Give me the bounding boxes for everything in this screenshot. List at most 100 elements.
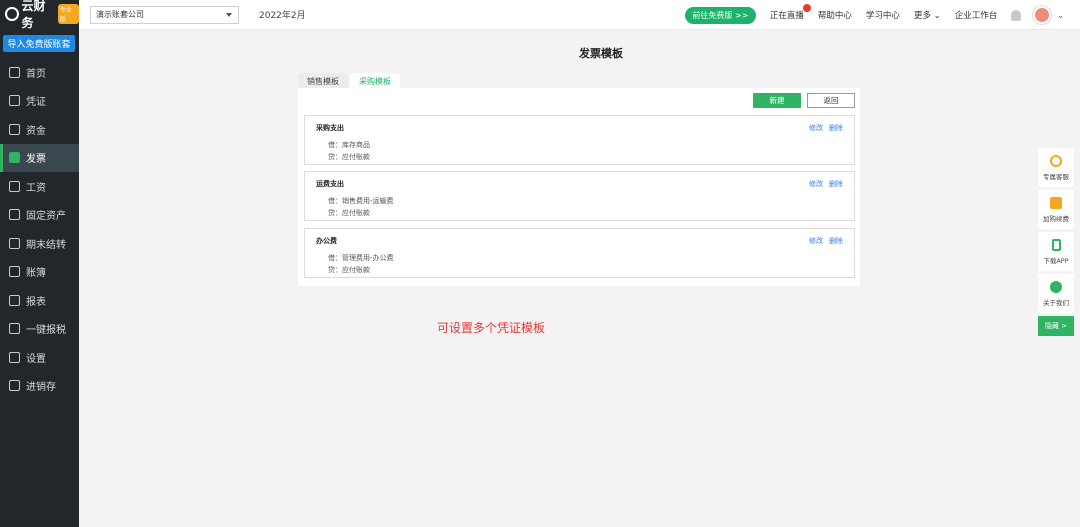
gear-icon (9, 351, 20, 363)
enterprise-workbench-link[interactable]: 企业工作台 (955, 9, 998, 21)
purchase-renew-label: 加购续费 (1043, 214, 1069, 223)
sidebar-item-label: 设置 (26, 353, 46, 365)
import-free-ledger-button[interactable]: 导入免费版账套 (3, 35, 75, 52)
sidebar-item-label: 首页 (26, 68, 46, 80)
sidebar-item-label: 进销存 (26, 382, 56, 394)
sidebar-item[interactable]: 一键报税 (0, 315, 79, 344)
more-menu[interactable]: 更多 ⌄ (914, 9, 941, 21)
chevron-down-icon (226, 12, 232, 17)
sidebar-item-label: 账簿 (26, 268, 46, 280)
home-icon (9, 66, 20, 78)
salary-icon (9, 180, 20, 192)
credit-entry: 贷：应付账款 (328, 266, 370, 274)
sidebar-item-label: 工资 (26, 182, 46, 194)
inventory-icon (9, 380, 20, 392)
fund-icon (9, 123, 20, 135)
debit-entry: 借：库存商品 (328, 141, 370, 149)
template-name: 运费支出 (316, 180, 344, 188)
customer-service-button[interactable]: 专属客服 (1038, 148, 1074, 187)
new-template-button[interactable]: 新建 (753, 93, 801, 108)
about-us-button[interactable]: 关于我们 (1038, 274, 1074, 313)
template-card: 采购支出 修改 删除 借：库存商品 贷：应付账款 (304, 115, 855, 165)
chart-icon (9, 294, 20, 306)
sidebar-item[interactable]: 凭证 (0, 87, 79, 116)
invoice-icon (9, 152, 20, 164)
sidebar-item[interactable]: 期末结转 (0, 229, 79, 258)
bell-icon[interactable] (1011, 9, 1022, 21)
sidebar: 云财务 专业版 导入免费版账套 首页凭证资金发票工资固定资产期末结转账簿报表一键… (0, 0, 79, 527)
sidebar-item-label: 凭证 (26, 97, 46, 109)
delete-link[interactable]: 删除 (829, 236, 843, 246)
about-us-label: 关于我们 (1043, 298, 1069, 307)
page-title: 发票模板 (579, 47, 623, 60)
sidebar-nav: 首页凭证资金发票工资固定资产期末结转账簿报表一键报税设置进销存 (0, 58, 79, 400)
crown-icon (1050, 196, 1062, 209)
purchase-renew-button[interactable]: 加购续费 (1038, 190, 1074, 229)
debit-entry: 借：管理费用-办公费 (328, 254, 394, 262)
brand-name: 云财务 (21, 0, 46, 30)
company-select[interactable]: 演示账套公司 (90, 5, 239, 24)
template-panel: 新建 返回 采购支出 修改 删除 借：库存商品 贷：应付账款 运费支出 修改 删除 … (298, 88, 860, 286)
sidebar-item[interactable]: 首页 (0, 58, 79, 87)
logo: 云财务 专业版 (0, 0, 79, 30)
sidebar-item-label: 一键报税 (26, 325, 66, 337)
back-button[interactable]: 返回 (807, 93, 855, 108)
tab-purchase-template[interactable]: 采购模板 (350, 73, 400, 89)
sidebar-item[interactable]: 设置 (0, 343, 79, 372)
company-name: 演示账套公司 (96, 10, 144, 19)
tax-icon (9, 323, 20, 335)
download-app-button[interactable]: 下载APP (1038, 232, 1074, 271)
delete-link[interactable]: 删除 (829, 123, 843, 133)
sidebar-item-label: 期末结转 (26, 239, 66, 251)
help-center-link[interactable]: 帮助中心 (818, 9, 852, 21)
wechat-icon (1050, 280, 1062, 293)
headset-icon (1050, 154, 1062, 167)
debit-entry: 借：销售费用-运输费 (328, 197, 394, 205)
template-card: 运费支出 修改 删除 借：销售费用-运输费 贷：应付账款 (304, 171, 855, 221)
download-app-label: 下载APP (1043, 256, 1069, 265)
sidebar-item[interactable]: 资金 (0, 115, 79, 144)
go-free-version-button[interactable]: 前往免费版 >> (684, 6, 756, 24)
sidebar-item[interactable]: 工资 (0, 172, 79, 201)
cloud-logo-icon (5, 7, 19, 21)
credit-entry: 贷：应付账款 (328, 209, 370, 217)
customer-service-label: 专属客服 (1043, 172, 1069, 181)
more-label: 更多 (913, 11, 931, 21)
topbar: 演示账套公司 2022年2月 前往免费版 >> 正在直播 帮助中心 学习中心 更… (79, 0, 1080, 30)
phone-icon (1051, 238, 1061, 251)
edit-link[interactable]: 修改 (809, 123, 823, 133)
tab-sales-template[interactable]: 销售模板 (298, 73, 348, 89)
template-name: 办公费 (316, 237, 337, 245)
template-card: 办公费 修改 删除 借：管理费用-办公费 贷：应付账款 (304, 228, 855, 278)
sidebar-item[interactable]: 进销存 (0, 372, 79, 401)
calendar-icon (9, 237, 20, 249)
ledger-icon (9, 266, 20, 278)
floating-service-panel: 专属客服 加购续费 下载APP 关于我们 隐藏 > (1038, 148, 1074, 336)
sidebar-item-label: 发票 (26, 154, 46, 166)
voucher-icon (9, 95, 20, 107)
hide-panel-button[interactable]: 隐藏 > (1038, 316, 1074, 336)
template-tabs: 销售模板 采购模板 (298, 73, 402, 89)
sidebar-item[interactable]: 固定资产 (0, 201, 79, 230)
edit-link[interactable]: 修改 (809, 179, 823, 189)
delete-link[interactable]: 删除 (829, 179, 843, 189)
live-label: 正在直播 (769, 11, 804, 21)
sidebar-item[interactable]: 账簿 (0, 258, 79, 287)
credit-entry: 贷：应付账款 (328, 153, 370, 161)
accounting-period[interactable]: 2022年2月 (259, 8, 306, 21)
brand-tag: 专业版 (57, 4, 79, 24)
sidebar-item[interactable]: 发票 (0, 143, 79, 172)
chevron-down-icon[interactable]: ⌄ (1057, 11, 1064, 20)
main-content: 发票模板 销售模板 采购模板 新建 返回 采购支出 修改 删除 借：库存商品 贷：… (79, 31, 1080, 527)
edit-link[interactable]: 修改 (809, 236, 823, 246)
annotation-note: 可设置多个凭证模板 (437, 321, 546, 335)
template-name: 采购支出 (316, 124, 344, 132)
sidebar-item[interactable]: 报表 (0, 286, 79, 315)
avatar[interactable] (1033, 6, 1052, 24)
asset-icon (9, 209, 20, 221)
sidebar-item-label: 报表 (26, 296, 46, 308)
sidebar-item-label: 资金 (26, 125, 46, 137)
live-link[interactable]: 正在直播 (769, 4, 811, 21)
learning-center-link[interactable]: 学习中心 (866, 9, 900, 21)
live-badge-icon (802, 4, 811, 12)
